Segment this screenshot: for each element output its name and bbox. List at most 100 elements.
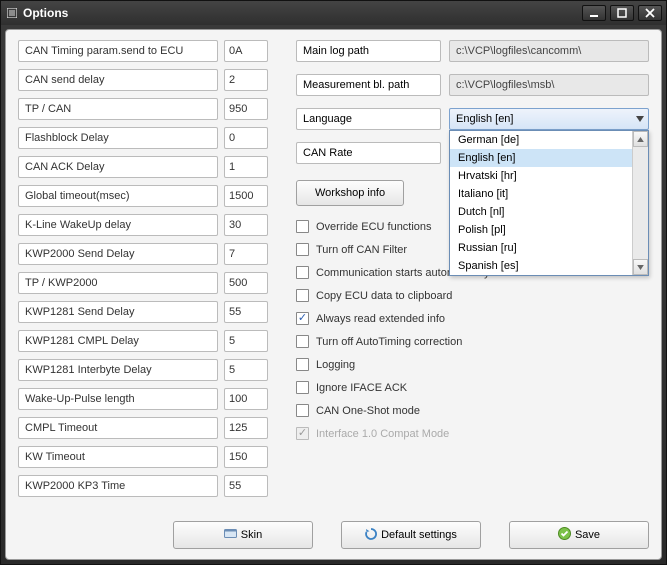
param-value-input[interactable] — [224, 272, 268, 294]
checkbox — [296, 427, 309, 440]
param-row: K-Line WakeUp delay — [18, 214, 268, 236]
minimize-button[interactable] — [582, 5, 606, 21]
param-label: CAN Timing param.send to ECU — [18, 40, 218, 62]
param-label: Wake-Up-Pulse length — [18, 388, 218, 410]
param-row: KWP2000 KP3 Time — [18, 475, 268, 497]
param-value-input[interactable] — [224, 40, 268, 62]
param-label: CAN send delay — [18, 69, 218, 91]
param-row: TP / KWP2000 — [18, 272, 268, 294]
language-option[interactable]: Dutch [nl] — [450, 203, 632, 221]
window-menu-icon[interactable] — [7, 8, 17, 18]
param-label: KWP2000 KP3 Time — [18, 475, 218, 497]
checkbox-label: Copy ECU data to clipboard — [316, 290, 452, 302]
language-option[interactable]: Polish [pl] — [450, 221, 632, 239]
checkbox[interactable] — [296, 404, 309, 417]
param-label: KWP2000 Send Delay — [18, 243, 218, 265]
param-row: KWP1281 Send Delay — [18, 301, 268, 323]
save-button-label: Save — [575, 529, 600, 541]
language-option[interactable]: Italiano [it] — [450, 185, 632, 203]
param-value-input[interactable] — [224, 301, 268, 323]
param-value-input[interactable] — [224, 185, 268, 207]
param-label: TP / KWP2000 — [18, 272, 218, 294]
language-option[interactable]: Spanish [es] — [450, 257, 632, 275]
main-log-path-label: Main log path — [296, 40, 441, 62]
param-label: CMPL Timeout — [18, 417, 218, 439]
language-selected-value: English [en] — [456, 113, 513, 125]
checkbox[interactable] — [296, 358, 309, 371]
window-title: Options — [23, 6, 68, 20]
titlebar: Options — [1, 1, 666, 25]
param-row: KW Timeout — [18, 446, 268, 468]
workshop-info-button[interactable]: Workshop info — [296, 180, 404, 206]
scroll-down-icon[interactable] — [633, 259, 648, 275]
measurement-path-value[interactable]: c:\VCP\logfiles\msb\ — [449, 74, 649, 96]
save-button[interactable]: Save — [509, 521, 649, 549]
checkbox-row: Ignore IFACE ACK — [296, 381, 649, 394]
default-settings-button[interactable]: Default settings — [341, 521, 481, 549]
checkbox[interactable] — [296, 381, 309, 394]
checkbox[interactable] — [296, 289, 309, 302]
checkbox-label: Override ECU functions — [316, 221, 432, 233]
can-rate-label: CAN Rate — [296, 142, 441, 164]
param-value-input[interactable] — [224, 388, 268, 410]
param-value-input[interactable] — [224, 330, 268, 352]
checkbox-label: CAN One-Shot mode — [316, 405, 420, 417]
param-value-input[interactable] — [224, 243, 268, 265]
checkbox[interactable] — [296, 220, 309, 233]
dropdown-scrollbar[interactable] — [632, 131, 648, 275]
param-label: KWP1281 CMPL Delay — [18, 330, 218, 352]
refresh-icon — [365, 528, 377, 543]
settings-column: Main log path c:\VCP\logfiles\cancomm\ M… — [296, 40, 649, 513]
checkbox-row: Logging — [296, 358, 649, 371]
checkbox-label: Ignore IFACE ACK — [316, 382, 407, 394]
language-option[interactable]: English [en] — [450, 149, 632, 167]
checkbox-row: Interface 1.0 Compat Mode — [296, 427, 649, 440]
language-label: Language — [296, 108, 441, 130]
measurement-path-label: Measurement bl. path — [296, 74, 441, 96]
main-log-path-value[interactable]: c:\VCP\logfiles\cancomm\ — [449, 40, 649, 62]
maximize-button[interactable] — [610, 5, 634, 21]
bottom-bar: Skin Default settings Save — [18, 513, 649, 549]
checkbox[interactable] — [296, 312, 309, 325]
checkbox-row: CAN One-Shot mode — [296, 404, 649, 417]
param-value-input[interactable] — [224, 446, 268, 468]
param-row: Flashblock Delay — [18, 127, 268, 149]
skin-button[interactable]: Skin — [173, 521, 313, 549]
close-button[interactable] — [638, 5, 662, 21]
param-value-input[interactable] — [224, 417, 268, 439]
language-option[interactable]: Hrvatski [hr] — [450, 167, 632, 185]
param-value-input[interactable] — [224, 359, 268, 381]
param-row: CMPL Timeout — [18, 417, 268, 439]
checkbox[interactable] — [296, 243, 309, 256]
param-value-input[interactable] — [224, 156, 268, 178]
param-row: Wake-Up-Pulse length — [18, 388, 268, 410]
params-column: CAN Timing param.send to ECU CAN send del… — [18, 40, 268, 513]
workshop-info-label: Workshop info — [315, 187, 385, 199]
param-label: KW Timeout — [18, 446, 218, 468]
language-dropdown: German [de]English [en]Hrvatski [hr]Ital… — [449, 130, 649, 276]
param-label: K-Line WakeUp delay — [18, 214, 218, 236]
param-row: KWP1281 Interbyte Delay — [18, 359, 268, 381]
checkbox-label: Interface 1.0 Compat Mode — [316, 428, 449, 440]
param-value-input[interactable] — [224, 98, 268, 120]
skin-button-label: Skin — [241, 529, 262, 541]
param-value-input[interactable] — [224, 475, 268, 497]
param-row: KWP2000 Send Delay — [18, 243, 268, 265]
language-option[interactable]: Russian [ru] — [450, 239, 632, 257]
language-select[interactable]: English [en] — [449, 108, 649, 130]
language-option[interactable]: German [de] — [450, 131, 632, 149]
checkbox[interactable] — [296, 335, 309, 348]
param-row: KWP1281 CMPL Delay — [18, 330, 268, 352]
scroll-up-icon[interactable] — [633, 131, 648, 147]
param-value-input[interactable] — [224, 214, 268, 236]
param-row: CAN send delay — [18, 69, 268, 91]
content-area: CAN Timing param.send to ECU CAN send del… — [5, 29, 662, 560]
checkbox[interactable] — [296, 266, 309, 279]
param-value-input[interactable] — [224, 69, 268, 91]
param-label: CAN ACK Delay — [18, 156, 218, 178]
param-row: CAN Timing param.send to ECU — [18, 40, 268, 62]
checkbox-label: Always read extended info — [316, 313, 445, 325]
param-label: Global timeout(msec) — [18, 185, 218, 207]
param-value-input[interactable] — [224, 127, 268, 149]
check-circle-icon — [558, 527, 571, 543]
